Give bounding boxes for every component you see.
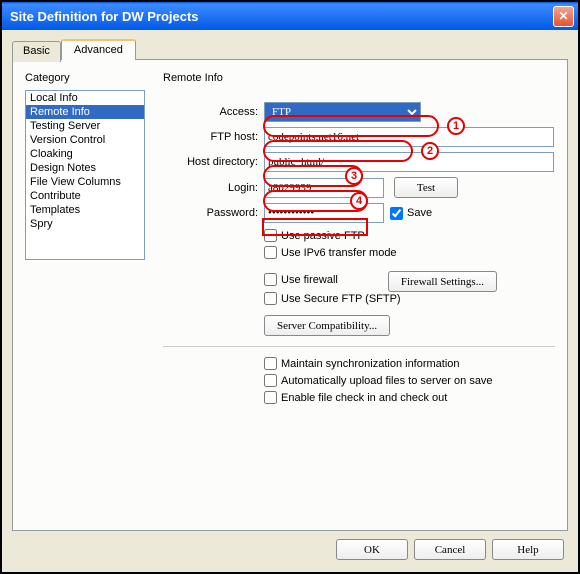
cancel-button[interactable]: Cancel [414,539,486,560]
list-item[interactable]: Design Notes [26,161,144,175]
list-item[interactable]: File View Columns [26,175,144,189]
sync-check[interactable]: Maintain synchronization information [264,357,555,370]
close-icon: ✕ [558,9,568,23]
host-dir-input[interactable] [264,152,554,172]
password-label: Password: [163,207,258,219]
category-list[interactable]: Local Info Remote Info Testing Server Ve… [25,90,145,260]
help-button[interactable]: Help [492,539,564,560]
test-button[interactable]: Test [394,177,458,198]
window-title: Site Definition for DW Projects [10,9,553,24]
tab-basic[interactable]: Basic [12,41,61,62]
access-select[interactable]: FTP [264,102,421,122]
section-title: Remote Info [163,72,555,84]
list-item[interactable]: Spry [26,217,144,231]
close-button[interactable]: ✕ [553,6,574,27]
firewall-check[interactable]: Use firewall [264,273,338,286]
server-compat-button[interactable]: Server Compatibility... [264,315,390,336]
save-check[interactable]: Save [390,207,485,220]
checkin-check[interactable]: Enable file check in and check out [264,391,555,404]
ftp-host-input[interactable] [264,127,554,147]
list-item[interactable]: Remote Info [26,105,144,119]
list-item[interactable]: Cloaking [26,147,144,161]
ok-button[interactable]: OK [336,539,408,560]
list-item[interactable]: Templates [26,203,144,217]
list-item[interactable]: Testing Server [26,119,144,133]
sftp-check[interactable]: Use Secure FTP (SFTP) [264,292,555,305]
ipv6-check[interactable]: Use IPv6 transfer mode [264,246,555,259]
auto-upload-check[interactable]: Automatically upload files to server on … [264,374,555,387]
passive-ftp-check[interactable]: Use passive FTP [264,229,555,242]
list-item[interactable]: Contribute [26,189,144,203]
login-input[interactable] [264,178,384,198]
login-label: Login: [163,182,258,194]
access-label: Access: [163,106,258,118]
category-label: Category [25,72,145,84]
list-item[interactable]: Version Control [26,133,144,147]
host-dir-label: Host directory: [163,156,258,168]
tab-advanced[interactable]: Advanced [61,39,136,60]
password-input[interactable] [264,203,384,223]
firewall-settings-button[interactable]: Firewall Settings... [388,271,497,292]
save-checkbox[interactable] [390,207,403,220]
list-item[interactable]: Local Info [26,91,144,105]
ftp-host-label: FTP host: [163,131,258,143]
